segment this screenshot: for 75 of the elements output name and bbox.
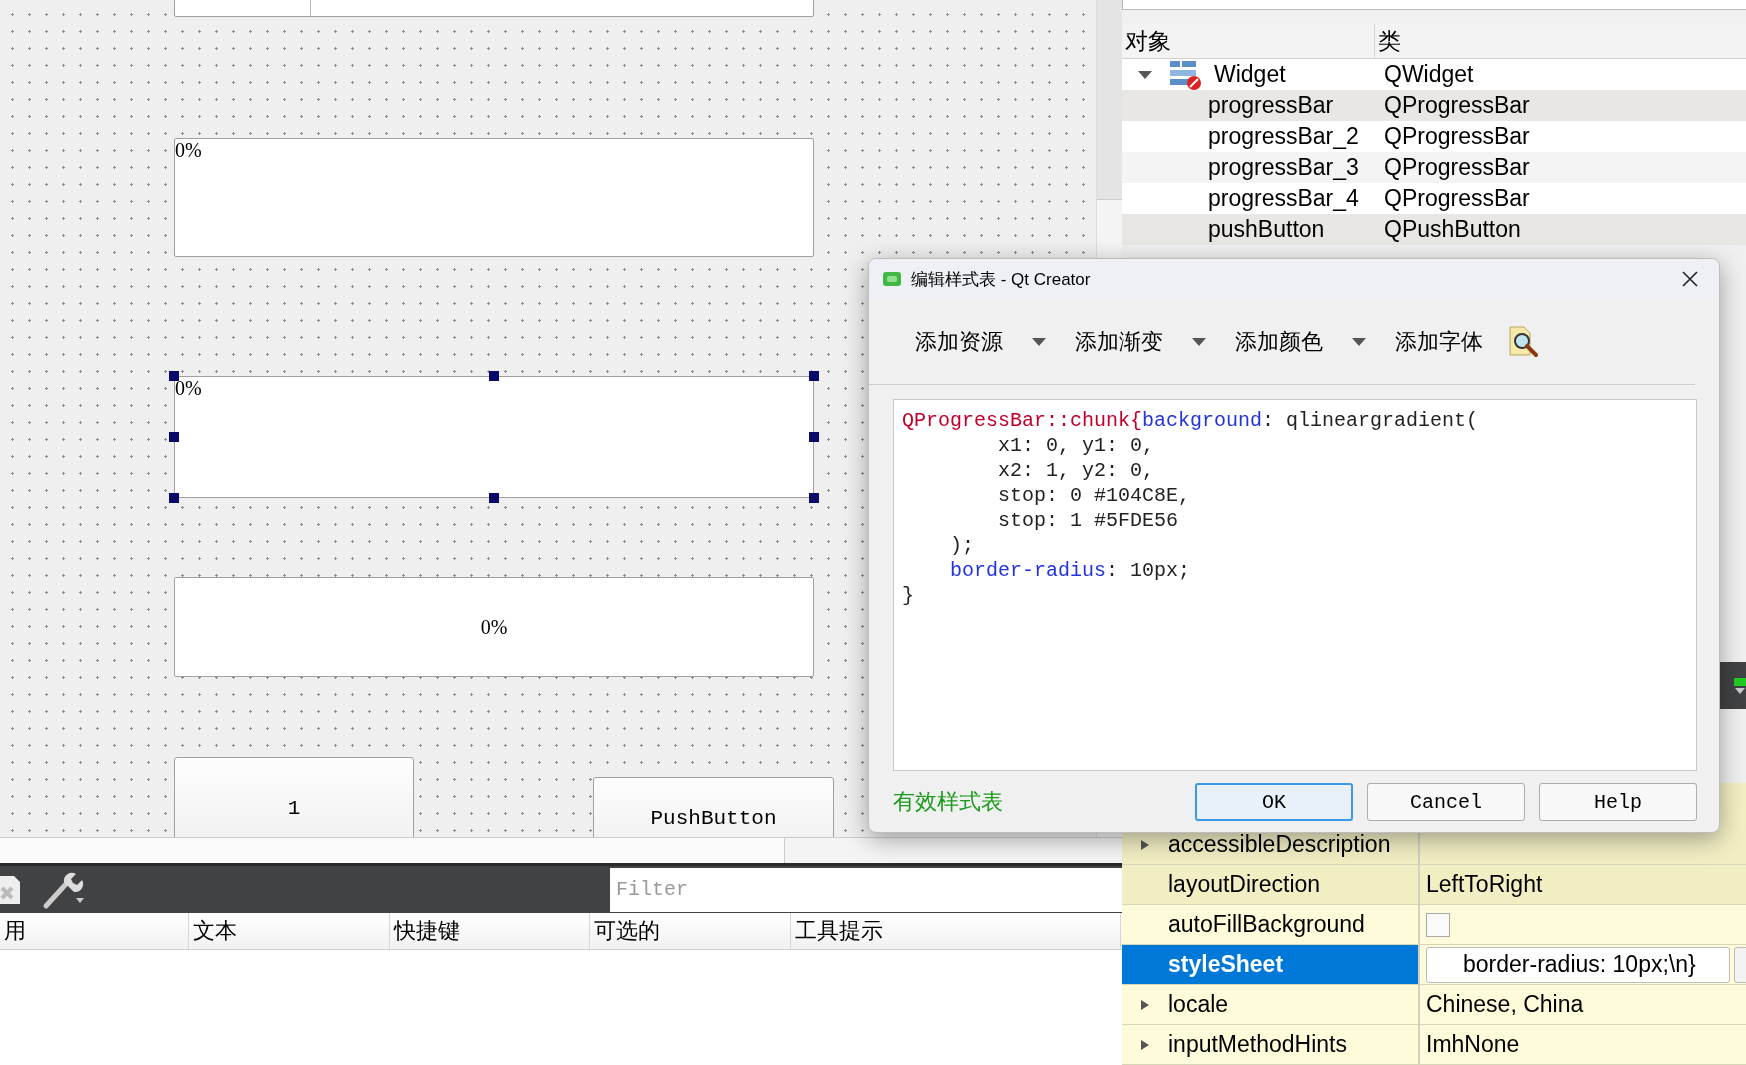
object-name: progressBar_3 (1208, 154, 1359, 181)
property-value: Chinese, China (1426, 991, 1584, 1018)
property-name: locale (1168, 991, 1229, 1018)
tree-item[interactable]: progressBar_2 QProgressBar (1122, 121, 1746, 152)
property-name: autoFillBackground (1168, 911, 1365, 938)
code-line: } (902, 583, 914, 608)
code-editor[interactable]: QProgressBar::chunk{background: qlineargradient( x1: 0, y1: 0, x2: 1, y2: 0, stop: 0 #104C8E, stop: 1 #5FDE56 ); border-radius: 10px; } (893, 399, 1697, 771)
dialog-button[interactable]: Help (1539, 783, 1697, 821)
tree-item[interactable]: pushButton QPushButton (1122, 214, 1746, 245)
code-line: ); (949, 533, 974, 558)
property-row[interactable]: layoutDirection LeftToRight (1122, 865, 1746, 905)
widget-icon (1168, 58, 1204, 91)
filter-field[interactable] (1122, 0, 1746, 10)
resize-handle[interactable] (169, 371, 179, 381)
property-row[interactable]: autoFillBackground (1122, 905, 1746, 945)
toolbar-button[interactable]: 添加字体 (1391, 322, 1487, 361)
resize-handle[interactable] (169, 493, 179, 503)
object-name: pushButton (1208, 216, 1325, 243)
toolbar-button[interactable]: 添加渐变 (1071, 322, 1211, 361)
toolbar-button[interactable]: 添加资源 (911, 322, 1051, 361)
column-header[interactable]: 快捷键 (390, 913, 590, 949)
close-icon (1681, 270, 1699, 288)
property-name: inputMethodHints (1168, 1031, 1347, 1058)
column-header[interactable]: 类 (1375, 24, 1746, 58)
caret-icon[interactable] (1137, 69, 1153, 80)
object-name: progressBar (1208, 92, 1334, 119)
column-header[interactable]: 文本 (189, 913, 390, 949)
property-name: layoutDirection (1168, 871, 1321, 898)
class-name: QProgressBar (1384, 154, 1530, 181)
object-name: progressBar_4 (1208, 185, 1359, 212)
code-line: border-radius: 10px; (949, 558, 1191, 583)
dialog-button[interactable]: OK (1195, 783, 1353, 821)
code-line: x2: 1, y2: 0, (997, 458, 1155, 483)
dialog-button[interactable]: Cancel (1367, 783, 1525, 821)
property-value: ImhNone (1426, 1031, 1520, 1058)
tree-item[interactable]: progressBar_4 QProgressBar (1122, 183, 1746, 214)
filter-field[interactable]: Filter (610, 867, 1122, 912)
column-header[interactable]: 可选的 (590, 913, 791, 949)
caret-icon[interactable] (1351, 336, 1367, 347)
property-name: styleSheet (1168, 951, 1284, 978)
code-line: x1: 0, y1: 0, (997, 433, 1155, 458)
property-row[interactable]: inputMethodHints ImhNone (1122, 1025, 1746, 1065)
tree-item[interactable]: Widget QWidget (1122, 59, 1746, 90)
resize-handle[interactable] (809, 493, 819, 503)
search-icon[interactable] (1507, 325, 1541, 358)
code-line: QProgressBar::chunk{background: qlineargradient( (902, 408, 1479, 433)
column-header[interactable]: 工具提示 (791, 913, 1121, 949)
class-name: QProgressBar (1384, 123, 1530, 150)
class-name: QProgressBar (1384, 185, 1530, 212)
class-name: QPushButton (1384, 216, 1521, 243)
object-name: progressBar_2 (1208, 123, 1359, 150)
status-text: 有效样式表 (893, 788, 1003, 816)
value-field[interactable]: border-radius: 10px;\n} (1426, 946, 1730, 983)
horizontal-scrollbar[interactable] (0, 837, 1122, 863)
toolbar-button[interactable]: 添加颜色 (1231, 322, 1371, 361)
tree-item[interactable]: progressBar_3 QProgressBar (1122, 152, 1746, 183)
caret-icon[interactable] (1031, 336, 1047, 347)
object-name: Widget (1214, 61, 1286, 88)
code-line: stop: 1 #5FDE56 (997, 508, 1179, 533)
checkbox[interactable] (1426, 912, 1450, 937)
property-row[interactable]: locale Chinese, China (1122, 985, 1746, 1025)
app-logo-icon (883, 272, 901, 286)
property-name: accessibleDescription (1168, 831, 1391, 858)
column-header[interactable]: 用 (0, 913, 189, 949)
caret-icon[interactable] (1191, 336, 1207, 347)
class-name: QProgressBar (1384, 92, 1530, 119)
property-value: LeftToRight (1426, 871, 1543, 898)
document-delete-icon[interactable] (0, 873, 22, 906)
column-header[interactable]: 对象 (1122, 24, 1375, 58)
class-name: QWidget (1384, 61, 1474, 88)
code-line: stop: 0 #104C8E, (997, 483, 1191, 508)
window-title: 编辑样式表 - Qt Creator (911, 268, 1091, 291)
tree-item[interactable]: progressBar QProgressBar (1122, 90, 1746, 121)
property-row[interactable]: styleSheet border-radius: 10px;\n} (1122, 945, 1746, 985)
resize-handle[interactable] (809, 371, 819, 381)
